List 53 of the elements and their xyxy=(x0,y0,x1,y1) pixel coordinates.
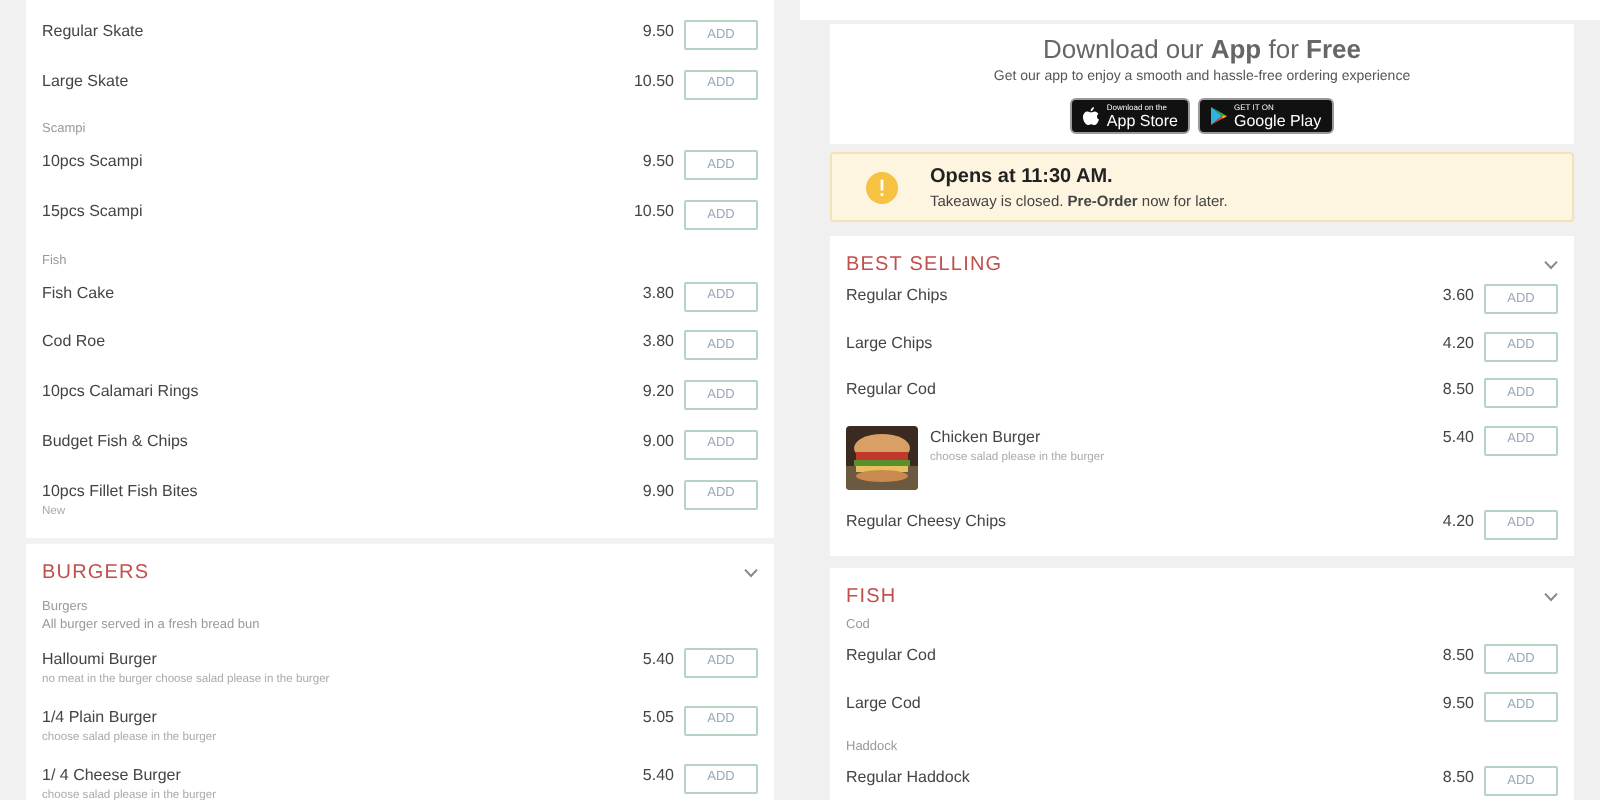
item-name: Regular Chips xyxy=(846,284,950,308)
section-title: FISH xyxy=(846,583,897,611)
item-name: Regular Cheesy Chips xyxy=(846,509,1009,533)
item-price: 8.50 xyxy=(1442,766,1474,790)
section-title: BURGERS xyxy=(42,560,150,588)
item-name: Chicken Burger xyxy=(930,425,1043,449)
item-price: 3.80 xyxy=(642,330,674,355)
banner-title: Download our App for Free xyxy=(1041,34,1363,66)
item-name: Budget Fish & Chips xyxy=(42,429,190,454)
item-name: Cod Roe xyxy=(42,330,108,355)
item-price: 9.00 xyxy=(642,429,674,454)
item-name: 10pcs Calamari Rings xyxy=(42,380,201,405)
item-name: 1/ 4 Cheese Burger xyxy=(42,763,183,787)
item-price: 5.05 xyxy=(642,705,674,729)
item-price: 5.40 xyxy=(1442,425,1474,449)
item-name: Regular Cod xyxy=(846,378,938,402)
item-price: 5.40 xyxy=(642,647,674,671)
item-name: 10pcs Fillet Fish Bites xyxy=(42,479,200,503)
item-price: 3.60 xyxy=(1442,284,1474,308)
item-name: 15pcs Scampi xyxy=(42,200,145,225)
alert-icon xyxy=(866,171,898,203)
item-name: Large Chips xyxy=(846,331,935,355)
item-price: 9.50 xyxy=(642,20,674,44)
badge-label: Google Play xyxy=(1233,112,1322,130)
item-name: Halloumi Burger xyxy=(42,647,159,671)
item-name: Regular Haddock xyxy=(846,766,972,790)
item-price: 4.20 xyxy=(1442,331,1474,355)
item-name: Large Cod xyxy=(846,691,923,715)
notice-title: Opens at 11:30 AM. xyxy=(930,163,1115,189)
chevron-down-icon[interactable] xyxy=(1544,259,1558,269)
play-icon xyxy=(1209,106,1228,126)
item-price: 10.50 xyxy=(633,69,674,94)
item-price: 3.80 xyxy=(642,281,674,306)
item-price: 9.50 xyxy=(642,150,674,175)
section-title: BEST SELLING xyxy=(846,251,1003,279)
item-price: 10.50 xyxy=(633,200,674,225)
item-price: 8.50 xyxy=(1442,378,1474,402)
item-name: 10pcs Scampi xyxy=(42,150,145,175)
item-name: Large Skate xyxy=(42,69,131,94)
item-price: 9.90 xyxy=(642,479,674,503)
chevron-down-icon[interactable] xyxy=(1544,591,1558,601)
item-price: 9.20 xyxy=(642,380,674,405)
item-name: Fish Cake xyxy=(42,281,117,306)
item-price: 8.50 xyxy=(1442,644,1474,668)
item-name: 1/4 Plain Burger xyxy=(42,705,159,729)
badge-label: App Store xyxy=(1106,112,1178,130)
item-price: 5.40 xyxy=(642,763,674,787)
item-name: Regular Cod xyxy=(846,644,938,668)
item-price: 4.20 xyxy=(1442,509,1474,533)
apple-icon xyxy=(1082,106,1101,126)
chevron-down-icon[interactable] xyxy=(744,568,758,578)
item-name: Regular Skate xyxy=(42,20,146,44)
item-price: 9.50 xyxy=(1442,691,1474,715)
